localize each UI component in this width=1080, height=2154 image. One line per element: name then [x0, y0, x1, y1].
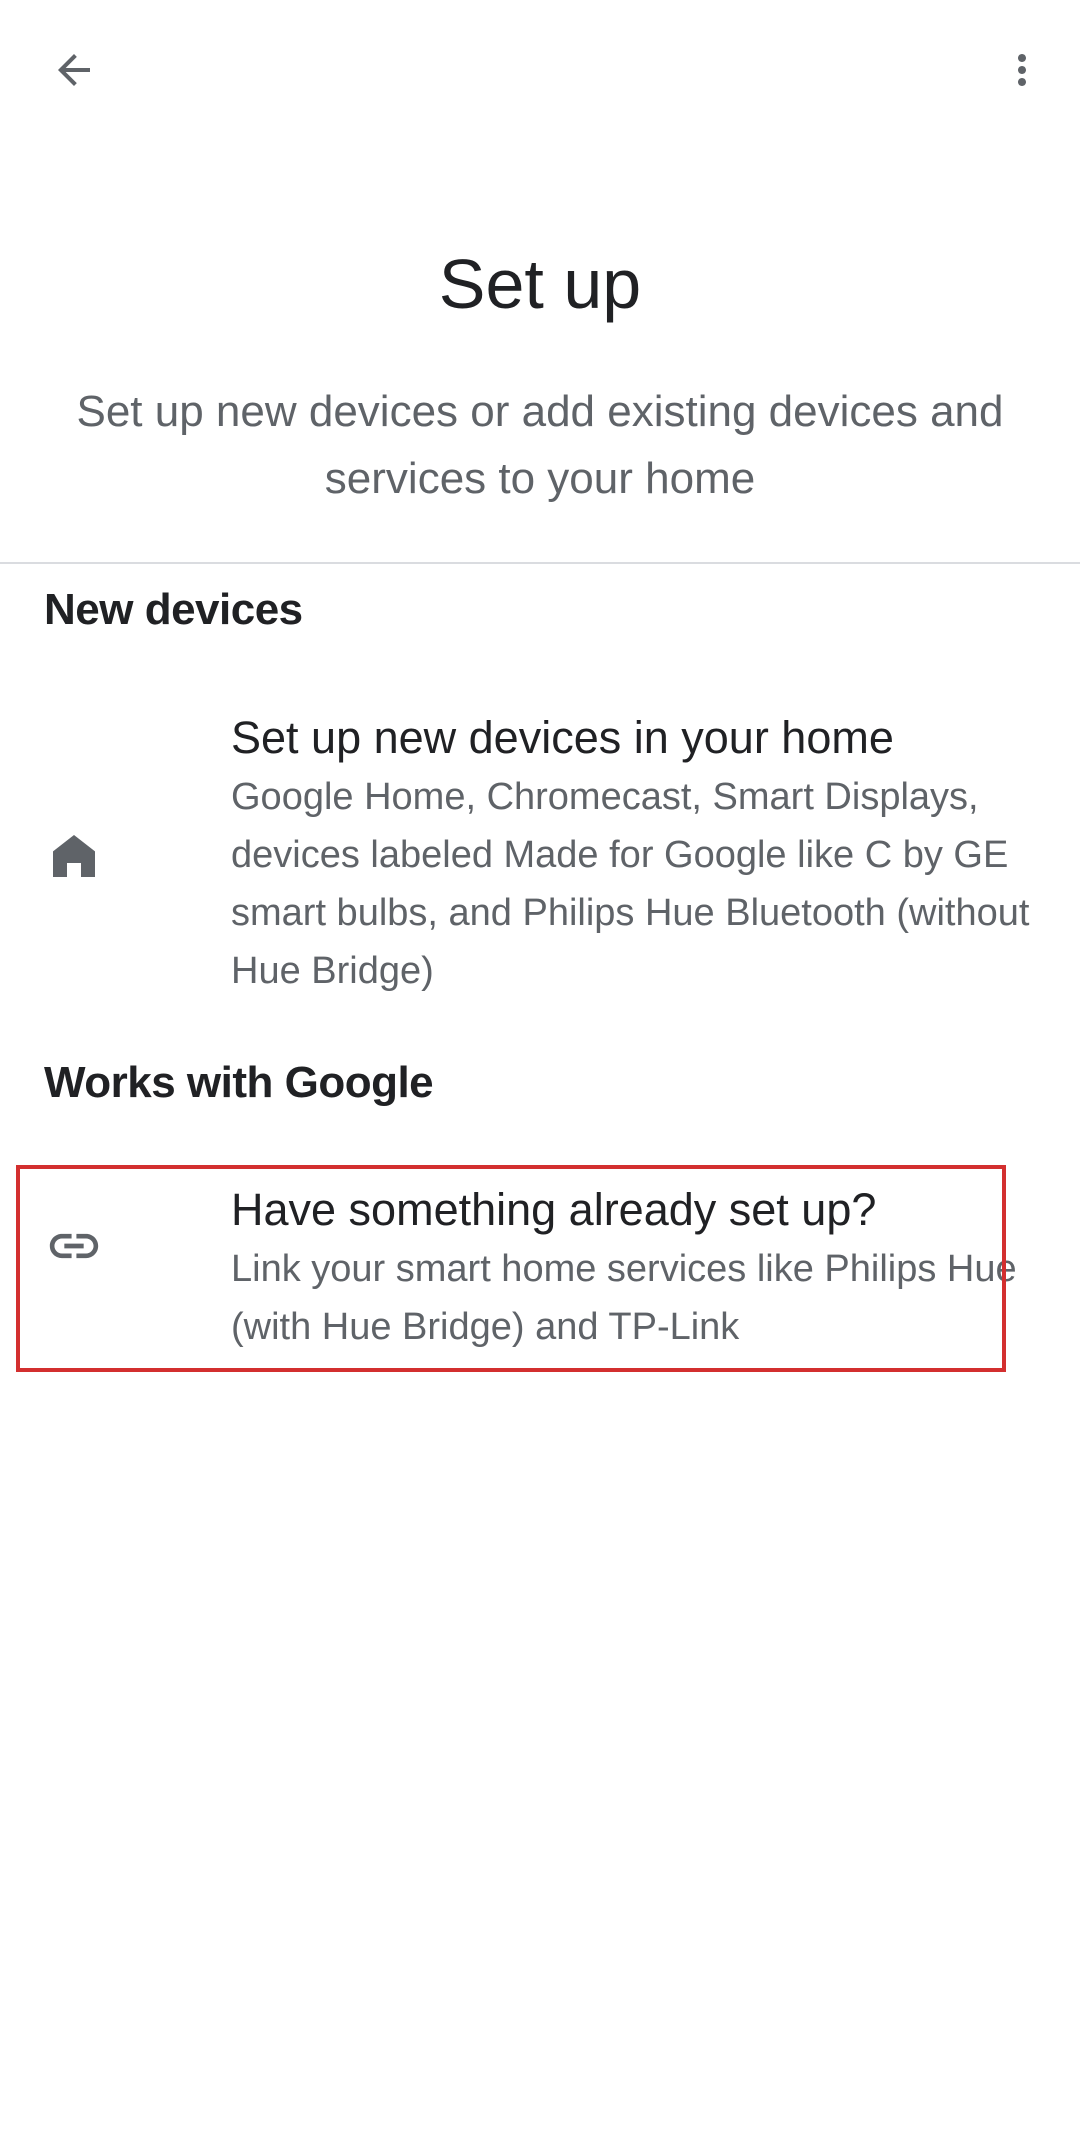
link-icon — [44, 1216, 104, 1276]
section-heading-new-devices: New devices — [44, 585, 303, 634]
list-item-title: Set up new devices in your home — [231, 712, 894, 763]
more-vert-icon — [1018, 54, 1026, 86]
list-item-text: Set up new devices in your home Google H… — [231, 708, 1031, 1000]
list-item-description: Google Home, Chromecast, Smart Displays,… — [231, 776, 1030, 992]
list-item-text: Have something already set up? Link your… — [231, 1180, 1031, 1356]
home-icon — [44, 826, 104, 886]
list-item-set-up-new-devices[interactable]: Set up new devices in your home Google H… — [0, 708, 1080, 1008]
section-heading-works-with-google: Works with Google — [44, 1058, 434, 1107]
list-item-link-existing-services[interactable]: Have something already set up? Link your… — [0, 1180, 1080, 1350]
list-item-title: Have something already set up? — [231, 1184, 877, 1235]
more-options-button[interactable] — [974, 22, 1070, 118]
list-item-description: Link your smart home services like Phili… — [231, 1248, 1017, 1348]
page-title: Set up — [438, 245, 642, 323]
back-button[interactable] — [26, 22, 122, 118]
page-subtitle: Set up new devices or add existing devic… — [76, 387, 1004, 503]
top-app-bar — [0, 0, 1080, 140]
arrow-back-icon — [58, 54, 90, 86]
divider — [0, 562, 1080, 564]
setup-screen: Set up Set up new devices or add existin… — [0, 0, 1080, 2154]
hero-section: Set up Set up new devices or add existin… — [0, 230, 1080, 512]
